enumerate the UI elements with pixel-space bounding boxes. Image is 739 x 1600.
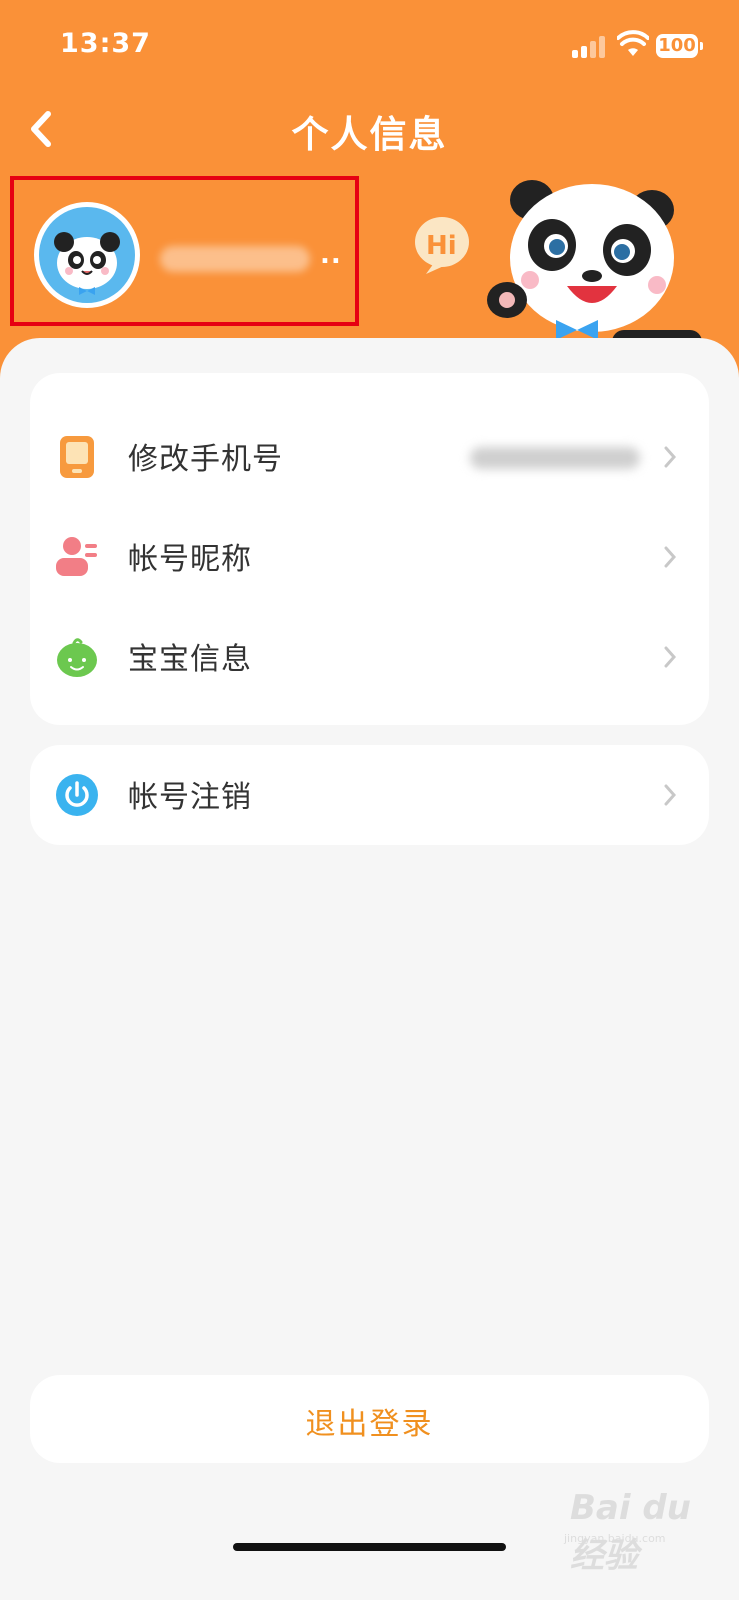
- home-indicator[interactable]: [233, 1543, 506, 1551]
- menu-item-label: 宝宝信息: [128, 642, 252, 677]
- nav-bar: 个人信息: [0, 100, 739, 160]
- baidu-watermark: Bai du 经验 jingyan.baidu.com: [560, 1480, 730, 1576]
- chevron-right-icon: [664, 646, 677, 668]
- page-title: 个人信息: [291, 113, 448, 156]
- user-nickname-icon: [56, 537, 97, 576]
- status-time: 13:37: [60, 28, 151, 59]
- nickname-suffix: ..: [320, 240, 342, 270]
- logout-button[interactable]: 退出登录: [30, 1375, 709, 1463]
- menu-item-label: 修改手机号: [128, 442, 283, 477]
- watermark-url: jingyan.baidu.com: [564, 1532, 666, 1545]
- panda-mascot-illustration: Hi: [415, 180, 702, 360]
- mascot-bubble-text: Hi: [426, 231, 457, 261]
- menu-item-account-cancel[interactable]: 帐号注销: [30, 745, 709, 845]
- wifi-icon: [617, 30, 649, 56]
- menu-item-label: 帐号昵称: [128, 542, 252, 577]
- battery-indicator: 100: [656, 34, 703, 58]
- baby-icon: [57, 638, 97, 677]
- logout-label: 退出登录: [305, 1407, 434, 1442]
- phone-icon: [60, 436, 94, 478]
- menu-item-label: 帐号注销: [128, 780, 252, 815]
- phone-number-blurred: [470, 447, 640, 469]
- panda-avatar-icon: [54, 232, 120, 295]
- profile-avatar-row[interactable]: ..: [10, 176, 359, 326]
- nickname-blurred: [160, 246, 310, 272]
- cellular-signal-icon: [572, 34, 612, 58]
- power-icon: [56, 774, 98, 816]
- settings-card: 修改手机号 帐号昵称 宝宝信息: [30, 373, 709, 725]
- menu-item-nickname[interactable]: 帐号昵称: [30, 507, 709, 607]
- chevron-right-icon: [664, 784, 677, 806]
- chevron-right-icon: [664, 546, 677, 568]
- status-bar: 13:37 100: [0, 0, 739, 90]
- menu-item-change-phone[interactable]: 修改手机号: [30, 407, 709, 507]
- chevron-right-icon: [664, 446, 677, 468]
- menu-item-baby-info[interactable]: 宝宝信息: [30, 607, 709, 707]
- avatar[interactable]: [34, 202, 140, 308]
- account-cancel-card: 帐号注销: [30, 745, 709, 845]
